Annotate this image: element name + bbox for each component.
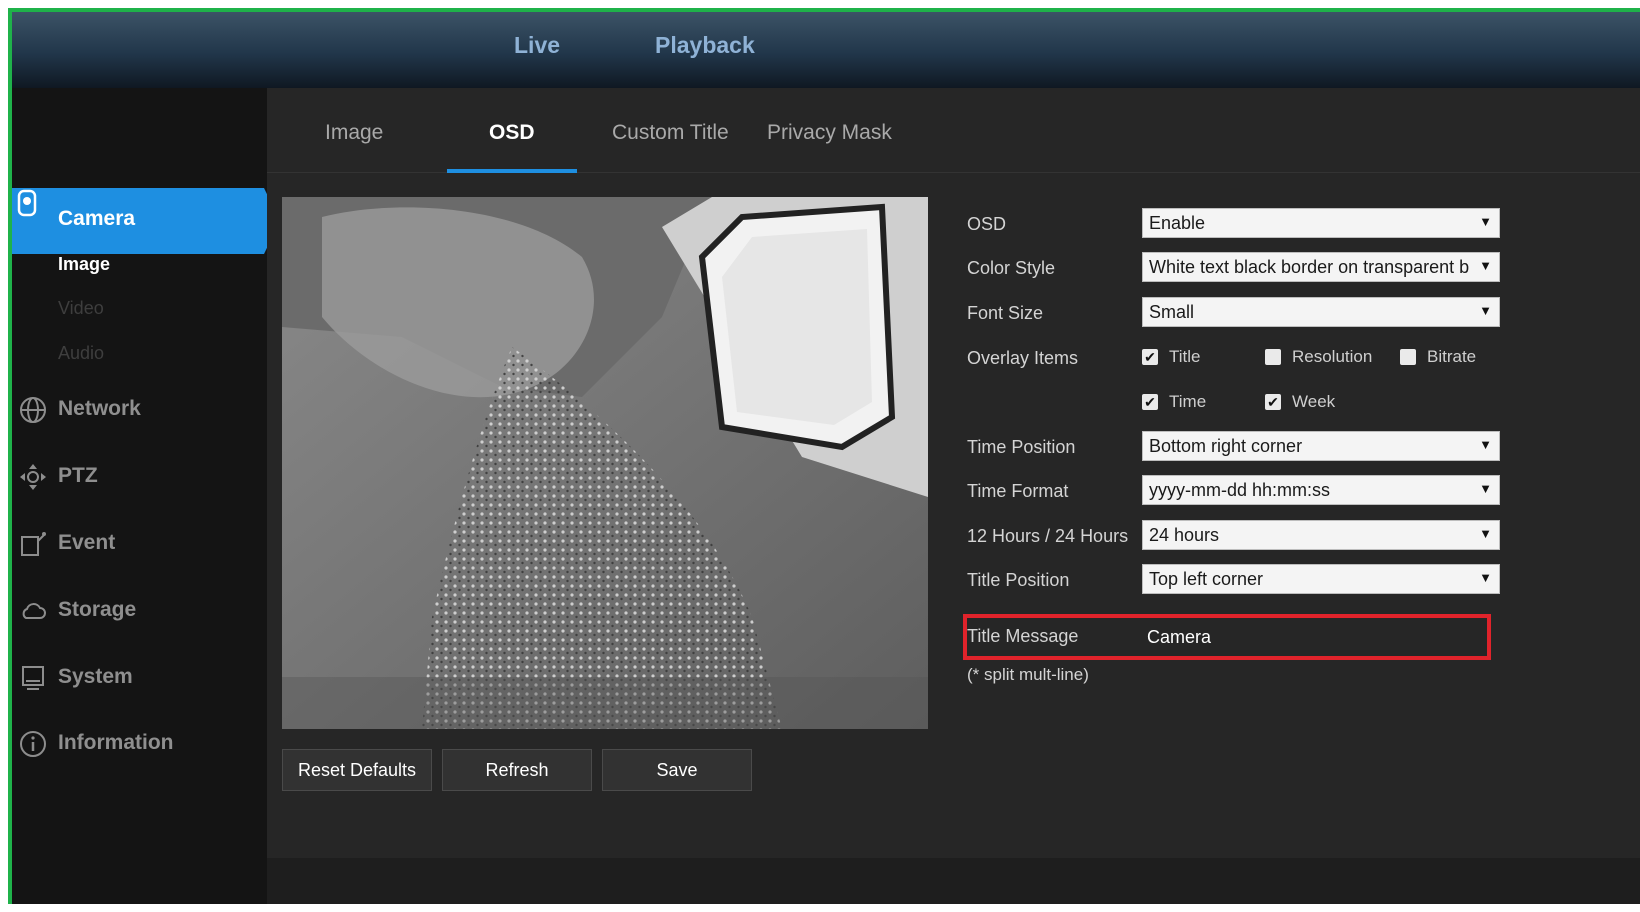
sidebar-item-label: System bbox=[58, 665, 133, 688]
chevron-down-icon: ▼ bbox=[1479, 481, 1492, 496]
monitor-icon bbox=[18, 663, 48, 693]
color-style-label: Color Style bbox=[967, 258, 1056, 278]
sidebar-subitem-image[interactable]: Image bbox=[58, 254, 110, 275]
time-checkbox[interactable]: ✔ bbox=[1142, 394, 1158, 410]
sidebar-subitem-audio[interactable]: Audio bbox=[58, 343, 104, 364]
title-checkbox-label: Title bbox=[1169, 347, 1201, 366]
osd-label: OSD bbox=[967, 214, 1007, 234]
title-message-label: Title Message bbox=[967, 626, 1079, 646]
week-checkbox[interactable]: ✔ bbox=[1265, 394, 1281, 410]
time-format-select[interactable]: yyyy-mm-dd hh:mm:ss ▼ bbox=[1142, 475, 1500, 505]
info-icon bbox=[18, 729, 48, 759]
select-value: Small bbox=[1149, 302, 1195, 322]
sidebar-item-camera[interactable]: Camera bbox=[12, 188, 280, 254]
app-window: Live Playback Camera Image Video Audio N… bbox=[8, 8, 1640, 904]
top-nav-bar: Live Playback bbox=[12, 12, 1640, 88]
sidebar-item-event[interactable]: Event bbox=[12, 512, 267, 578]
sidebar-item-label: Event bbox=[58, 531, 116, 554]
time-checkbox-label: Time bbox=[1169, 392, 1207, 411]
chevron-down-icon: ▼ bbox=[1479, 214, 1492, 229]
osd-select[interactable]: Enable ▼ bbox=[1142, 208, 1500, 238]
sidebar-item-label: Storage bbox=[58, 598, 137, 621]
title-position-select[interactable]: Top left corner ▼ bbox=[1142, 564, 1500, 594]
select-value: Top left corner bbox=[1149, 569, 1264, 589]
hour-mode-select[interactable]: 24 hours ▼ bbox=[1142, 520, 1500, 550]
save-button[interactable]: Save bbox=[602, 749, 752, 791]
sidebar-subitem-video[interactable]: Video bbox=[58, 298, 104, 319]
title-message-input[interactable] bbox=[1145, 619, 1479, 655]
sidebar-item-label: Network bbox=[58, 397, 141, 420]
cloud-icon bbox=[18, 596, 48, 626]
camera-icon bbox=[12, 189, 42, 222]
reset-defaults-button[interactable]: Reset Defaults bbox=[282, 749, 432, 791]
nav-live[interactable]: Live bbox=[514, 32, 560, 59]
time-position-label: Time Position bbox=[967, 437, 1076, 457]
time-format-label: Time Format bbox=[967, 481, 1069, 501]
select-value: yyyy-mm-dd hh:mm:ss bbox=[1149, 480, 1331, 500]
tab-osd[interactable]: OSD bbox=[489, 121, 535, 145]
sidebar-item-label: Camera bbox=[58, 207, 136, 230]
resolution-checkbox-label: Resolution bbox=[1292, 347, 1373, 366]
camera-frame-image bbox=[282, 197, 928, 729]
chevron-down-icon: ▼ bbox=[1479, 258, 1492, 273]
sidebar-item-network[interactable]: Network bbox=[12, 378, 267, 444]
sidebar-item-ptz[interactable]: PTZ bbox=[12, 445, 267, 511]
overlay-items-label: Overlay Items bbox=[967, 348, 1079, 368]
color-style-select[interactable]: White text black border on transparent b… bbox=[1142, 252, 1500, 282]
tab-privacy-mask[interactable]: Privacy Mask bbox=[767, 121, 892, 145]
sidebar-item-system[interactable]: System bbox=[12, 646, 267, 712]
time-position-select[interactable]: Bottom right corner ▼ bbox=[1142, 431, 1500, 461]
refresh-button[interactable]: Refresh bbox=[442, 749, 592, 791]
ptz-icon bbox=[18, 462, 48, 492]
sidebar-item-label: PTZ bbox=[58, 464, 98, 487]
select-value: Enable bbox=[1149, 213, 1206, 233]
bitrate-checkbox-label: Bitrate bbox=[1427, 347, 1477, 366]
font-size-select[interactable]: Small ▼ bbox=[1142, 297, 1500, 327]
hour-mode-label: 12 Hours / 24 Hours bbox=[967, 526, 1129, 546]
tab-image[interactable]: Image bbox=[325, 121, 383, 145]
resolution-checkbox[interactable] bbox=[1265, 349, 1281, 365]
font-size-label: Font Size bbox=[967, 303, 1044, 323]
select-value: White text black border on transparent b bbox=[1149, 257, 1470, 277]
active-tab-indicator bbox=[447, 169, 577, 173]
week-checkbox-label: Week bbox=[1292, 392, 1336, 411]
main-content: Image OSD Custom Title Privacy Mask Rese… bbox=[267, 88, 1640, 858]
sidebar: Camera Image Video Audio Network PTZ Eve… bbox=[12, 88, 280, 904]
title-checkbox[interactable]: ✔ bbox=[1142, 349, 1158, 365]
chevron-down-icon: ▼ bbox=[1479, 526, 1492, 541]
nav-playback[interactable]: Playback bbox=[655, 32, 755, 59]
title-position-label: Title Position bbox=[967, 570, 1070, 590]
sidebar-item-storage[interactable]: Storage bbox=[12, 579, 267, 645]
bitrate-checkbox[interactable] bbox=[1400, 349, 1416, 365]
tab-custom-title[interactable]: Custom Title bbox=[612, 121, 729, 145]
split-multiline-note: (* split mult-line) bbox=[967, 665, 1089, 684]
chevron-down-icon: ▼ bbox=[1479, 303, 1492, 318]
video-preview bbox=[282, 197, 928, 729]
chevron-down-icon: ▼ bbox=[1479, 437, 1492, 452]
sidebar-item-information[interactable]: Information bbox=[12, 712, 267, 778]
globe-icon bbox=[18, 395, 48, 425]
select-value: 24 hours bbox=[1149, 525, 1220, 545]
sidebar-item-label: Information bbox=[58, 731, 174, 754]
chevron-down-icon: ▼ bbox=[1479, 570, 1492, 585]
event-icon bbox=[18, 529, 48, 559]
select-value: Bottom right corner bbox=[1149, 436, 1303, 456]
